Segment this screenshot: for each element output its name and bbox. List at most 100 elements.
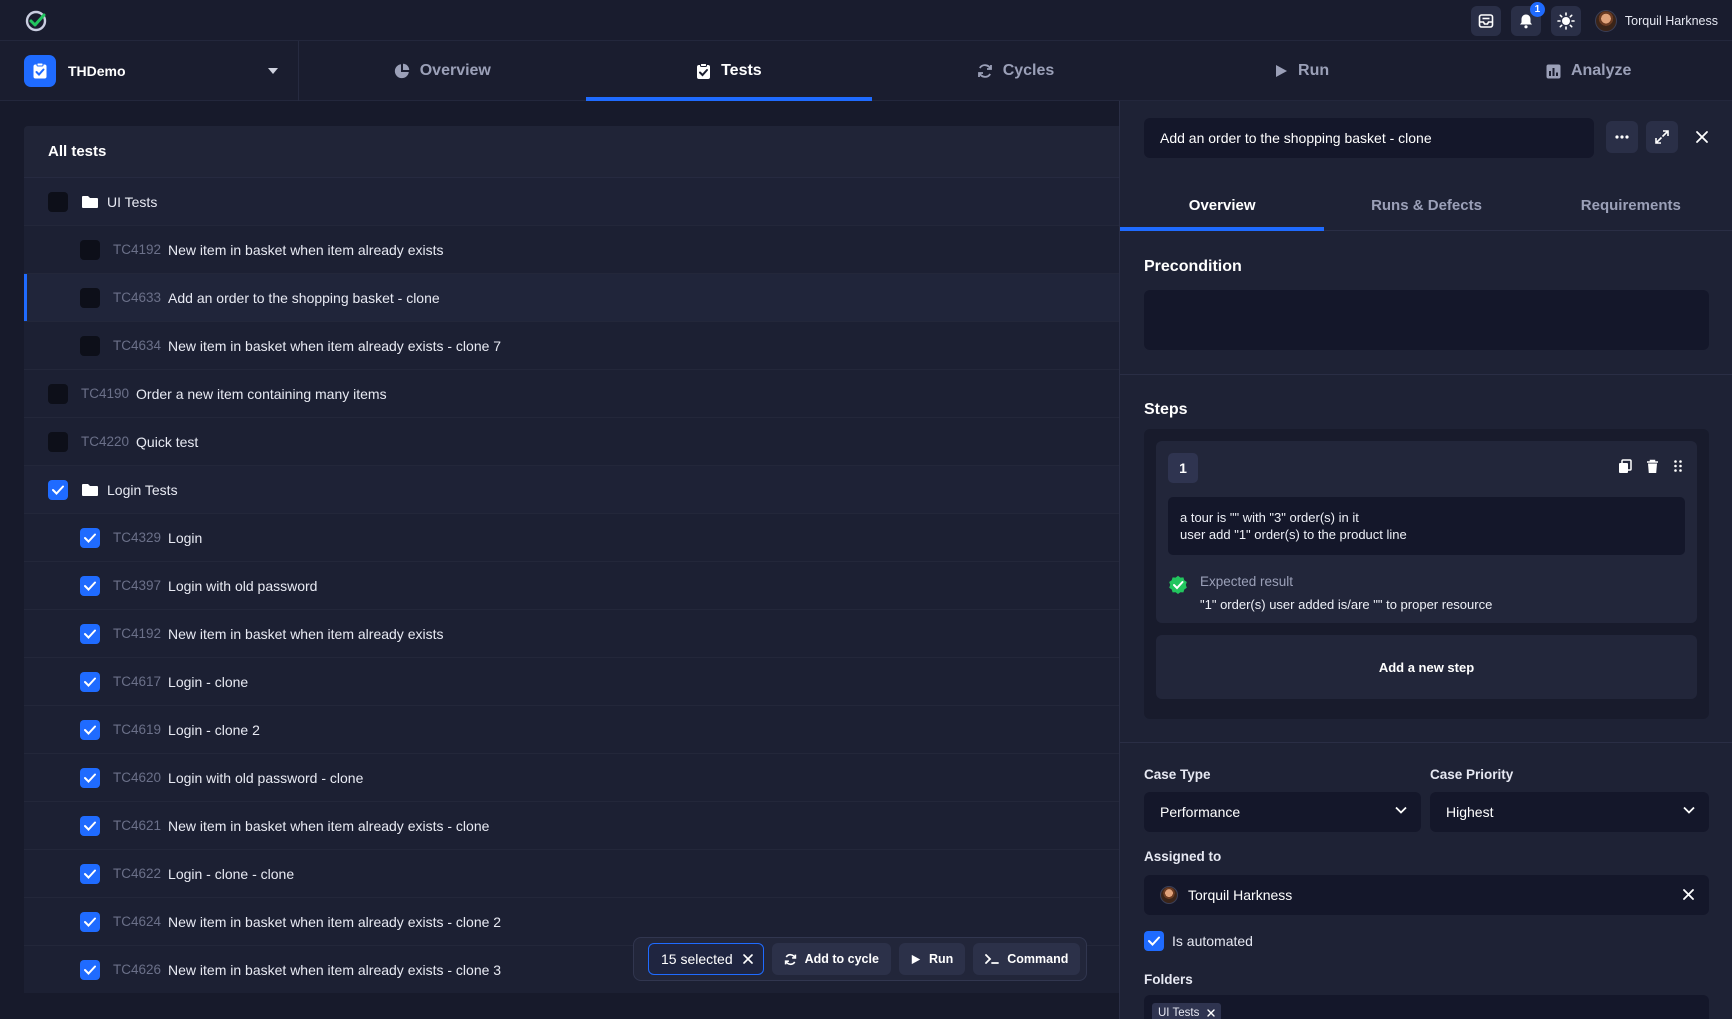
tab-cycles[interactable]: Cycles xyxy=(872,41,1159,101)
test-id: TC4619 xyxy=(113,722,162,737)
test-row[interactable]: TC4633 Add an order to the shopping baske… xyxy=(24,274,1119,322)
test-id: TC4397 xyxy=(113,578,162,593)
test-tree: All tests UI Tests TC4192 New item in bask… xyxy=(24,126,1119,993)
row-checkbox[interactable] xyxy=(80,527,100,548)
folders-field[interactable]: UI Tests xyxy=(1144,995,1709,1019)
folder-tag: UI Tests xyxy=(1152,1003,1222,1019)
test-name: Login - clone 2 xyxy=(168,721,260,738)
row-checkbox[interactable] xyxy=(80,239,100,260)
test-id: TC4192 xyxy=(113,626,162,641)
clipboard-check-icon xyxy=(697,62,711,79)
test-row[interactable]: TC4190 Order a new item containing many i… xyxy=(24,370,1119,418)
tab-analyze[interactable]: Analyze xyxy=(1445,41,1732,101)
clear-icon[interactable] xyxy=(1682,888,1695,901)
case-priority-select[interactable]: Highest xyxy=(1430,792,1709,832)
notifications-button[interactable]: 1 xyxy=(1510,2,1545,36)
tab-tests-label: Tests xyxy=(721,62,762,79)
row-checkbox[interactable] xyxy=(80,815,100,836)
refresh-icon xyxy=(784,953,796,965)
theme-toggle-button[interactable] xyxy=(1550,6,1581,36)
more-options-button[interactable] xyxy=(1606,121,1638,153)
test-row[interactable]: TC4634 New item in basket when item alrea… xyxy=(24,322,1119,370)
test-row[interactable]: TC4621 New item in basket when item alrea… xyxy=(24,802,1119,850)
test-row[interactable]: TC4397 Login with old password xyxy=(24,562,1119,610)
row-checkbox[interactable] xyxy=(80,623,100,644)
checkmark-icon xyxy=(84,725,96,735)
close-panel-icon[interactable] xyxy=(1693,128,1711,146)
expected-result-text[interactable]: "1" order(s) user added is/are "" to pro… xyxy=(1200,597,1492,612)
row-checkbox[interactable] xyxy=(48,479,68,500)
tab-run[interactable]: Run xyxy=(1159,41,1446,101)
tab-overview[interactable]: Overview xyxy=(299,41,586,101)
folder-row[interactable]: UI Tests xyxy=(24,178,1119,226)
case-type-select[interactable]: Performance xyxy=(1144,792,1421,832)
test-row[interactable]: TC4329 Login xyxy=(24,514,1119,562)
row-checkbox[interactable] xyxy=(80,959,100,980)
folder-row[interactable]: Login Tests xyxy=(24,466,1119,514)
command-button[interactable]: Command xyxy=(973,943,1081,975)
steps-title: Steps xyxy=(1144,401,1188,418)
test-row[interactable]: TC4622 Login - clone - clone xyxy=(24,850,1119,898)
row-checkbox[interactable] xyxy=(48,383,68,404)
chevron-down-icon xyxy=(1683,806,1695,814)
row-checkbox[interactable] xyxy=(80,911,100,932)
folder-icon xyxy=(82,483,98,496)
row-checkbox[interactable] xyxy=(80,767,100,788)
inbox-button[interactable] xyxy=(1470,6,1501,36)
close-icon[interactable] xyxy=(742,954,753,964)
assignee-select[interactable]: Torquil Harkness xyxy=(1144,875,1709,915)
test-row[interactable]: TC4192 New item in basket when item alrea… xyxy=(24,226,1119,274)
test-id: TC4626 xyxy=(113,962,162,977)
run-button[interactable]: Run xyxy=(898,943,966,975)
tab-requirements[interactable]: Requirements xyxy=(1529,181,1732,230)
expected-result-label: Expected result xyxy=(1200,574,1294,589)
is-automated-toggle[interactable]: Is automated xyxy=(1144,931,1253,951)
test-title-field[interactable]: Add an order to the shopping basket - cl… xyxy=(1144,118,1594,158)
remove-tag-icon[interactable] xyxy=(1207,1009,1216,1017)
tab-run-label: Run xyxy=(1298,62,1330,79)
expand-button[interactable] xyxy=(1646,121,1678,153)
precondition-field[interactable] xyxy=(1144,290,1709,350)
step-line-2: user add "1" order(s) to the product lin… xyxy=(1180,527,1407,542)
row-checkbox[interactable] xyxy=(80,863,100,884)
app-logo-icon[interactable] xyxy=(24,9,48,33)
row-checkbox[interactable] xyxy=(80,671,100,692)
add-step-button[interactable]: Add a new step xyxy=(1156,635,1697,699)
trash-icon[interactable] xyxy=(1646,459,1659,474)
drag-handle-icon[interactable] xyxy=(1673,459,1683,473)
project-selector[interactable]: THDemo xyxy=(0,41,299,101)
project-icon xyxy=(24,55,56,87)
test-name: New item in basket when item already exi… xyxy=(168,241,444,258)
copy-icon[interactable] xyxy=(1618,459,1632,474)
row-checkbox[interactable] xyxy=(80,287,100,308)
tab-tests[interactable]: Tests xyxy=(585,41,873,101)
is-automated-checkbox[interactable] xyxy=(1144,931,1164,951)
add-to-cycle-button[interactable]: Add to cycle xyxy=(771,943,891,975)
test-row[interactable]: TC4617 Login - clone xyxy=(24,658,1119,706)
tab-runs-defects[interactable]: Runs & Defects xyxy=(1324,181,1528,230)
row-checkbox[interactable] xyxy=(48,191,68,212)
command-label: Command xyxy=(1007,952,1069,966)
user-menu[interactable]: Torquil Harkness xyxy=(1594,10,1718,32)
row-checkbox[interactable] xyxy=(80,719,100,740)
step-action-field[interactable]: a tour is "" with "3" order(s) in it use… xyxy=(1168,497,1685,555)
test-detail-panel: Add an order to the shopping basket - cl… xyxy=(1119,101,1732,1019)
row-checkbox[interactable] xyxy=(80,575,100,596)
case-type-label: Case Type xyxy=(1144,767,1211,782)
topbar-actions: 1 Torquil Harkness xyxy=(1470,2,1718,36)
tab-panel-overview[interactable]: Overview xyxy=(1120,181,1325,231)
row-checkbox[interactable] xyxy=(80,335,100,356)
selection-chip[interactable]: 15 selected xyxy=(648,943,764,975)
test-row[interactable]: TC4619 Login - clone 2 xyxy=(24,706,1119,754)
top-bar: 1 Torquil Harkness xyxy=(0,0,1732,41)
row-checkbox[interactable] xyxy=(48,431,68,452)
folders-label: Folders xyxy=(1144,972,1193,987)
folder-label: Login Tests xyxy=(107,481,178,498)
test-row[interactable]: TC4620 Login with old password - clone xyxy=(24,754,1119,802)
checkmark-icon xyxy=(84,581,96,591)
test-name: New item in basket when item already exi… xyxy=(168,625,444,642)
run-label: Run xyxy=(928,952,954,966)
is-automated-label: Is automated xyxy=(1172,933,1253,949)
test-row[interactable]: TC4220 Quick test xyxy=(24,418,1119,466)
test-row[interactable]: TC4192 New item in basket when item alrea… xyxy=(24,610,1119,658)
